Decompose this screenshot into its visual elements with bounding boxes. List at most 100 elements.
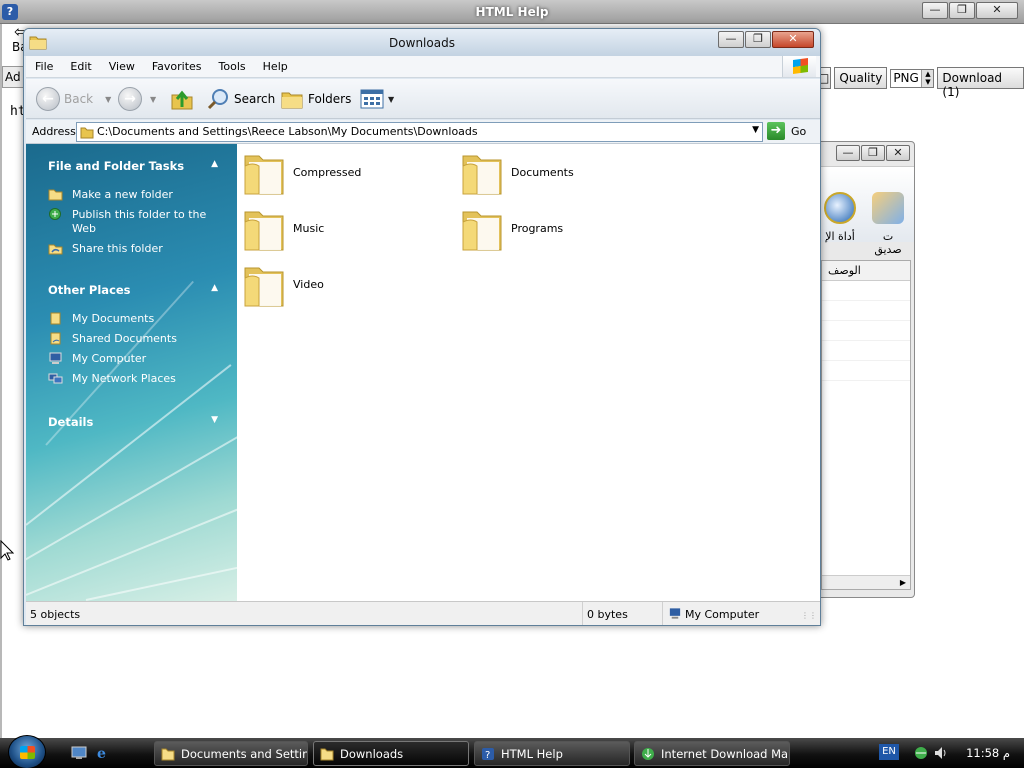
status-bar: 5 objects 0 bytes My Computer ⋮⋮ — [26, 601, 820, 625]
folder-item[interactable]: Video — [243, 264, 443, 314]
language-indicator[interactable]: EN — [879, 744, 899, 760]
my-documents-link[interactable]: My Documents — [48, 312, 218, 326]
shared-documents-label: Shared Documents — [72, 332, 177, 345]
other-places-header[interactable]: Other Places ▲ — [48, 283, 218, 297]
back-button[interactable]: ← Back ▼ — [36, 85, 111, 113]
task-pane: File and Folder Tasks ▲ Make a new folde… — [26, 144, 237, 601]
forward-button[interactable]: → ▼ — [118, 85, 156, 113]
address-dropdown-icon[interactable]: ▼ — [752, 125, 759, 135]
idm-toolbar-icons: أداة الإ ت صديق — [821, 192, 907, 256]
network-tray-icon[interactable] — [913, 745, 929, 761]
volume-icon[interactable] — [933, 745, 949, 761]
menu-edit[interactable]: Edit — [61, 56, 99, 77]
make-new-folder-link[interactable]: Make a new folder — [48, 188, 218, 202]
svg-text:?: ? — [485, 750, 490, 761]
forward-dropdown-icon[interactable]: ▼ — [150, 95, 156, 104]
status-objects: 5 objects — [30, 608, 81, 621]
taskbar-button-label: Internet Download Ma... — [661, 747, 790, 761]
folders-icon — [281, 92, 303, 109]
minimize-button[interactable]: — — [718, 31, 744, 48]
maximize-button[interactable]: ❐ — [745, 31, 771, 48]
menu-favorites[interactable]: Favorites — [143, 56, 210, 77]
shared-documents-icon — [50, 332, 61, 345]
idm-tool-button[interactable]: أداة الإ — [821, 192, 859, 256]
views-dropdown-icon[interactable]: ▼ — [388, 95, 394, 104]
close-button[interactable]: ✕ — [772, 31, 814, 48]
share-folder-icon — [48, 244, 63, 255]
other-places-section: Other Places ▲ My Documents Shared Docum… — [48, 283, 218, 392]
resize-grip-icon[interactable]: ⋮⋮ — [801, 611, 817, 620]
back-arrow-icon: ← — [36, 87, 60, 111]
other-places-title: Other Places — [48, 283, 131, 297]
go-button[interactable]: ➜ Go — [767, 122, 806, 140]
idm-list-header[interactable]: الوصف — [822, 261, 910, 281]
maximize-button[interactable]: ❐ — [949, 2, 975, 19]
menu-file[interactable]: File — [26, 56, 61, 77]
views-icon — [360, 89, 384, 109]
folder-item[interactable]: Documents — [461, 152, 661, 202]
publish-folder-link[interactable]: Publish this folder to the Web — [48, 208, 218, 236]
menu-view[interactable]: View — [100, 56, 143, 77]
internet-explorer-icon[interactable]: e — [95, 746, 111, 760]
folder-name: Video — [293, 278, 324, 291]
my-computer-label: My Computer — [72, 352, 147, 365]
my-network-places-label: My Network Places — [72, 372, 176, 385]
idm-tell-friend-button[interactable]: ت صديق — [869, 192, 907, 256]
address-label: Address — [32, 125, 76, 138]
back-label: Back — [64, 92, 94, 106]
start-button[interactable] — [8, 735, 46, 768]
show-desktop-icon[interactable] — [71, 746, 87, 760]
menu-tools[interactable]: Tools — [210, 56, 254, 77]
quality-select[interactable]: PNG ▲ ▼ — [890, 68, 935, 88]
details-section: Details ▼ — [48, 415, 218, 429]
clock[interactable]: 11:58 م — [966, 746, 1010, 760]
taskbar-button-documents-and-settings[interactable]: Documents and Settings — [154, 741, 308, 766]
collapse-chevron-icon[interactable]: ▲ — [211, 283, 218, 293]
download-button[interactable]: Download (1) — [937, 67, 1024, 99]
back-dropdown-icon[interactable]: ▼ — [105, 95, 111, 104]
minimize-button[interactable]: — — [922, 2, 948, 19]
close-button[interactable]: ✕ — [886, 145, 910, 161]
my-computer-link[interactable]: My Computer — [48, 352, 218, 366]
horizontal-scrollbar[interactable]: ▶ — [822, 575, 910, 589]
up-folder-icon — [171, 90, 193, 110]
idm-tool-label: أداة الإ — [825, 230, 855, 243]
file-folder-tasks-section: File and Folder Tasks ▲ Make a new folde… — [48, 159, 218, 262]
folders-button[interactable]: Folders — [280, 85, 351, 113]
idm-download-list[interactable]: الوصف ▶ — [821, 260, 911, 590]
up-folder-button[interactable] — [170, 85, 194, 113]
my-network-places-link[interactable]: My Network Places — [48, 372, 218, 386]
folder-icon — [462, 211, 502, 251]
share-folder-link[interactable]: Share this folder — [48, 242, 218, 256]
close-button[interactable]: ✕ — [976, 2, 1018, 19]
maximize-button[interactable]: ❐ — [861, 145, 885, 161]
menu-help[interactable]: Help — [254, 56, 296, 77]
help-window-titlebar: ? HTML Help — ❐ ✕ — [0, 0, 1024, 24]
file-list[interactable]: Compressed Documents Music Programs Vide… — [237, 144, 820, 601]
minimize-button[interactable]: — — [836, 145, 860, 161]
windows-logo-icon — [782, 56, 816, 77]
network-places-icon — [48, 373, 63, 384]
taskbar-button-html-help[interactable]: ? HTML Help — [474, 741, 630, 766]
address-input[interactable]: C:\Documents and Settings\Reece Labson\M… — [76, 122, 763, 142]
collapse-chevron-icon[interactable]: ▲ — [211, 159, 218, 169]
help-window-title: HTML Help — [475, 5, 549, 19]
taskbar-button-downloads[interactable]: Downloads — [313, 741, 469, 766]
shared-documents-link[interactable]: Shared Documents — [48, 332, 218, 346]
folder-name: Music — [293, 222, 325, 235]
spin-arrows-icon[interactable]: ▲ ▼ — [921, 69, 934, 87]
views-button[interactable]: ▼ — [360, 85, 394, 113]
file-folder-tasks-header[interactable]: File and Folder Tasks ▲ — [48, 159, 218, 173]
publish-web-icon — [49, 208, 61, 220]
folder-name: Compressed — [293, 166, 362, 179]
folder-item[interactable]: Programs — [461, 208, 661, 258]
explorer-titlebar[interactable]: Downloads — ❐ ✕ — [24, 29, 820, 56]
search-button[interactable]: Search — [206, 85, 275, 113]
folder-item[interactable]: Music — [243, 208, 443, 258]
taskbar-button-internet-download-manager[interactable]: Internet Download Ma... — [634, 741, 790, 766]
folder-name: Programs — [511, 222, 564, 235]
folder-item[interactable]: Compressed — [243, 152, 443, 202]
friend-icon — [872, 192, 904, 224]
expand-chevron-icon[interactable]: ▼ — [211, 415, 218, 425]
details-header[interactable]: Details ▼ — [48, 415, 218, 429]
